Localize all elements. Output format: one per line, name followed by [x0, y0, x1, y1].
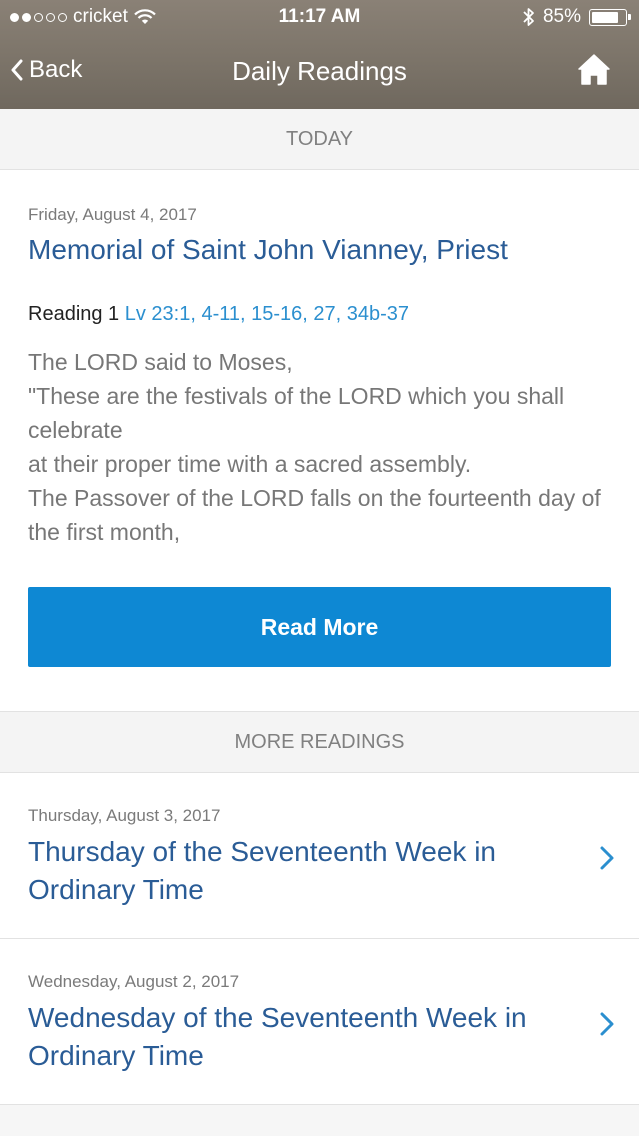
list-item[interactable]: Wednesday, August 2, 2017 Wednesday of t… — [0, 939, 639, 1105]
today-reading-card: Friday, August 4, 2017 Memorial of Saint… — [0, 170, 639, 711]
home-icon — [578, 54, 610, 85]
status-bar-right: 85% — [523, 6, 631, 28]
battery-fill — [592, 11, 618, 23]
battery-tip — [628, 13, 631, 20]
more-readings-list: Thursday, August 3, 2017 Thursday of the… — [0, 773, 639, 1105]
reading-title: Thursday of the Seventeenth Week in Ordi… — [28, 836, 496, 905]
excerpt-line: The LORD said to Moses, — [28, 349, 293, 375]
reading-title: Wednesday of the Seventeenth Week in Ord… — [28, 1002, 527, 1071]
excerpt-line: "These are the festivals of the LORD whi… — [28, 383, 565, 443]
reading-label: Reading 1 — [28, 303, 120, 325]
list-item[interactable]: Thursday, August 3, 2017 Thursday of the… — [0, 773, 639, 939]
chevron-right-icon — [600, 846, 614, 870]
section-header-today: TODAY — [0, 109, 639, 170]
home-button[interactable] — [577, 52, 611, 91]
chevron-right-icon — [600, 1012, 614, 1036]
read-more-button[interactable]: Read More — [28, 587, 611, 667]
reading-reference-link[interactable]: Lv 23:1, 4-11, 15-16, 27, 34b-37 — [125, 303, 409, 325]
nav-bar: Back Daily Readings — [0, 44, 639, 100]
app-header: cricket 11:17 AM 85% Back Daily Readings — [0, 0, 639, 109]
section-header-more-readings: MORE READINGS — [0, 711, 639, 773]
bluetooth-icon — [523, 8, 534, 26]
reading-label-row: Reading 1 Lv 23:1, 4-11, 15-16, 27, 34b-… — [28, 303, 409, 326]
page-title: Daily Readings — [232, 56, 407, 86]
reading-excerpt: The LORD said to Moses, "These are the f… — [28, 345, 611, 549]
reading-date: Thursday, August 3, 2017 — [28, 806, 221, 825]
excerpt-line: The Passover of the LORD falls on the fo… — [28, 485, 601, 545]
reading-date: Wednesday, August 2, 2017 — [28, 972, 240, 991]
excerpt-line: at their proper time with a sacred assem… — [28, 451, 472, 477]
reading-date: Friday, August 4, 2017 — [28, 205, 197, 224]
battery-percent: 85% — [542, 6, 581, 27]
feast-title[interactable]: Memorial of Saint John Vianney, Priest — [28, 234, 619, 266]
status-bar: cricket 11:17 AM 85% — [0, 0, 639, 36]
battery-icon — [589, 8, 631, 26]
